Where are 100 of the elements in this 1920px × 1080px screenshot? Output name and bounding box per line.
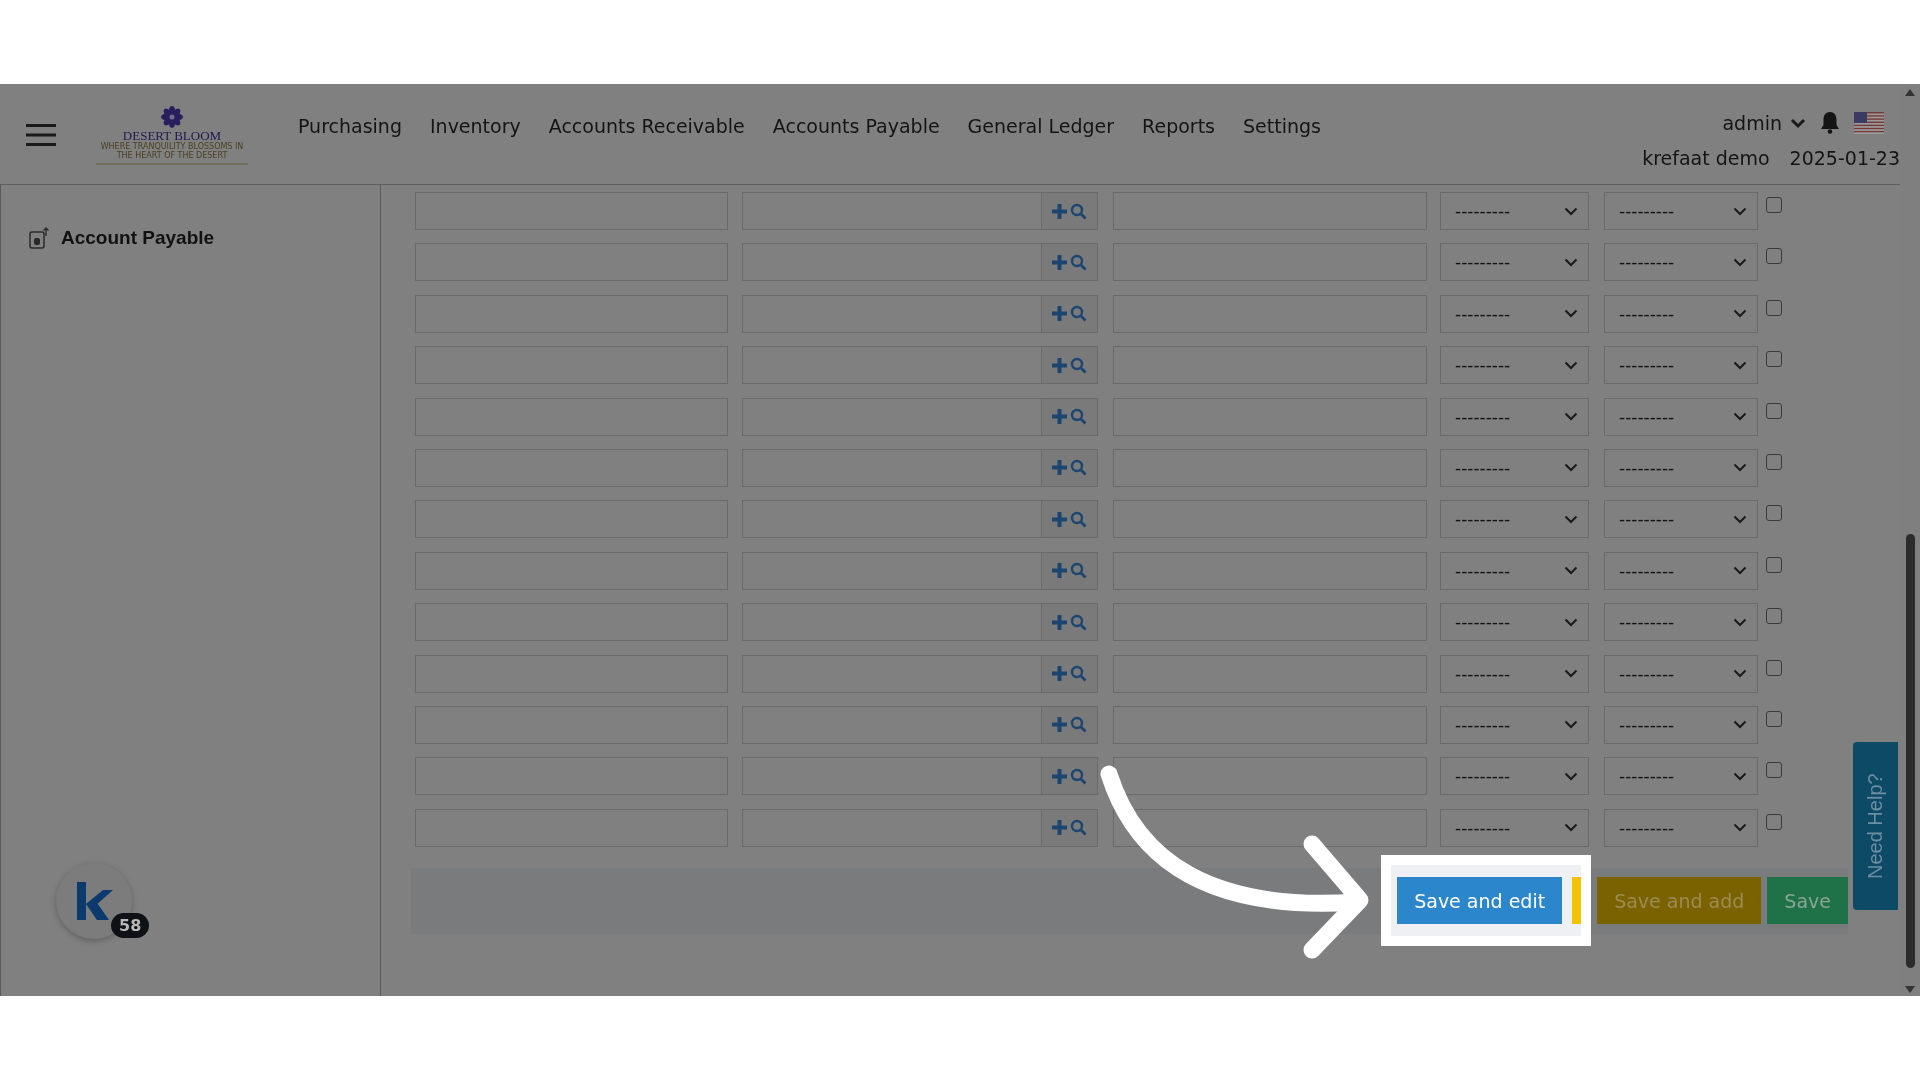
add-search-button[interactable] [1042, 808, 1098, 847]
nav-link[interactable]: Inventory [430, 115, 521, 137]
user-menu[interactable]: admin [1722, 111, 1806, 134]
search-icon [1070, 716, 1087, 734]
chevron-icon [1564, 360, 1578, 370]
select-field[interactable]: --------- [1604, 808, 1758, 847]
plus-icon [1052, 666, 1067, 681]
select-field[interactable]: --------- [1604, 654, 1758, 693]
add-search-button[interactable] [1042, 448, 1098, 487]
select-field[interactable]: --------- [1440, 192, 1589, 230]
logo-tagline: WHERE TRANQUILITY BLOSSOMS IN THE HEART OF THE DESERT [99, 143, 245, 161]
select-field[interactable]: --------- [1440, 397, 1589, 436]
chevron-icon [1733, 617, 1747, 627]
add-search-button[interactable] [1042, 551, 1098, 590]
nav-link[interactable]: Reports [1142, 115, 1215, 137]
plus-icon [1052, 563, 1067, 579]
search-icon [1070, 562, 1087, 580]
chevron-icon [1564, 206, 1578, 216]
menu-icon[interactable] [26, 124, 56, 146]
nav-link[interactable]: Accounts Payable [772, 115, 940, 137]
chevron-icon [1733, 257, 1747, 267]
text-field[interactable] [1113, 808, 1427, 847]
search-icon [1070, 819, 1087, 837]
add-search-button[interactable] [1042, 346, 1098, 385]
help-tab[interactable]: Need Help? [1853, 742, 1898, 910]
select-field[interactable]: --------- [1604, 705, 1758, 744]
select-field[interactable]: --------- [1440, 243, 1589, 282]
select-field[interactable]: --------- [1604, 294, 1758, 333]
checkbox[interactable] [1766, 556, 1782, 573]
scroll-down-icon[interactable] [1904, 985, 1916, 994]
text-field[interactable] [1113, 757, 1427, 796]
chevron-icon [1733, 514, 1747, 524]
select-field[interactable]: --------- [1440, 551, 1589, 590]
select-field[interactable]: --------- [1604, 192, 1758, 230]
checkbox[interactable] [1766, 299, 1782, 316]
select-field[interactable]: --------- [1604, 551, 1758, 590]
nav-link[interactable]: Settings [1243, 115, 1321, 137]
select-field[interactable]: --------- [1440, 603, 1589, 642]
chevron-icon [1733, 823, 1747, 833]
add-search-button[interactable] [1042, 192, 1098, 230]
select-field[interactable]: --------- [1604, 346, 1758, 385]
chevron-icon [1564, 669, 1578, 678]
checkbox[interactable] [1766, 351, 1782, 368]
checkbox[interactable] [1766, 402, 1782, 419]
select-field[interactable]: --------- [1440, 808, 1589, 847]
select-field[interactable]: --------- [1604, 397, 1758, 436]
flower-icon [158, 106, 186, 128]
document-icon [29, 227, 49, 249]
add-search-button[interactable] [1042, 397, 1098, 436]
checkbox[interactable] [1766, 197, 1782, 213]
select-field[interactable]: --------- [1440, 654, 1589, 693]
bell-icon[interactable] [1820, 111, 1840, 134]
scroll-up-icon[interactable] [1904, 88, 1916, 97]
search-icon [1070, 356, 1087, 374]
search-icon [1070, 459, 1087, 477]
checkbox[interactable] [1766, 505, 1782, 522]
select-field[interactable]: --------- [1604, 243, 1758, 282]
add-search-button[interactable] [1042, 243, 1098, 282]
select-field[interactable]: --------- [1440, 346, 1589, 385]
chevron-icon [1733, 309, 1747, 319]
select-field[interactable]: --------- [1604, 500, 1758, 539]
plus-icon [1052, 768, 1067, 784]
checkbox[interactable] [1766, 453, 1782, 470]
add-search-button[interactable] [1042, 757, 1098, 796]
checkbox[interactable] [1766, 248, 1782, 265]
checkbox[interactable] [1766, 659, 1782, 676]
chevron-icon [1564, 514, 1578, 524]
select-field[interactable]: --------- [1440, 705, 1589, 744]
select-field[interactable]: --------- [1604, 757, 1758, 796]
add-search-button[interactable] [1042, 603, 1098, 642]
save-edit-button[interactable]: Save and edit [1397, 877, 1563, 925]
flag-icon[interactable] [1854, 111, 1884, 134]
select-field[interactable]: --------- [1604, 448, 1758, 487]
chevron-icon [1733, 720, 1747, 730]
plus-icon [1052, 717, 1067, 733]
search-icon [1070, 202, 1087, 220]
checkbox[interactable] [1766, 710, 1782, 727]
select-field[interactable]: --------- [1440, 448, 1589, 487]
count-badge: 58 [111, 913, 150, 938]
add-search-button[interactable] [1042, 500, 1098, 539]
checkbox[interactable] [1766, 813, 1782, 830]
plus-icon [1052, 203, 1067, 219]
nav-link[interactable]: Accounts Receivable [548, 115, 745, 137]
checkbox[interactable] [1766, 762, 1782, 779]
add-search-button[interactable] [1042, 294, 1098, 333]
scroll-thumb[interactable] [1906, 534, 1915, 968]
chevron-icon [1733, 771, 1747, 781]
sidebar-item[interactable]: Account Payable [61, 227, 215, 249]
chevron-icon [1733, 206, 1747, 216]
select-field[interactable]: --------- [1440, 294, 1589, 333]
nav-link[interactable]: General Ledger [967, 115, 1115, 137]
add-search-button[interactable] [1042, 654, 1098, 693]
checkbox[interactable] [1766, 608, 1782, 625]
nav-link[interactable]: Purchasing [298, 115, 402, 137]
select-field[interactable]: --------- [1604, 603, 1758, 642]
select-field[interactable]: --------- [1440, 500, 1589, 539]
plus-icon [1052, 306, 1067, 322]
logo-text: DESERT BLOOM [122, 129, 222, 142]
add-search-button[interactable] [1042, 705, 1098, 744]
select-field[interactable]: --------- [1440, 757, 1589, 796]
